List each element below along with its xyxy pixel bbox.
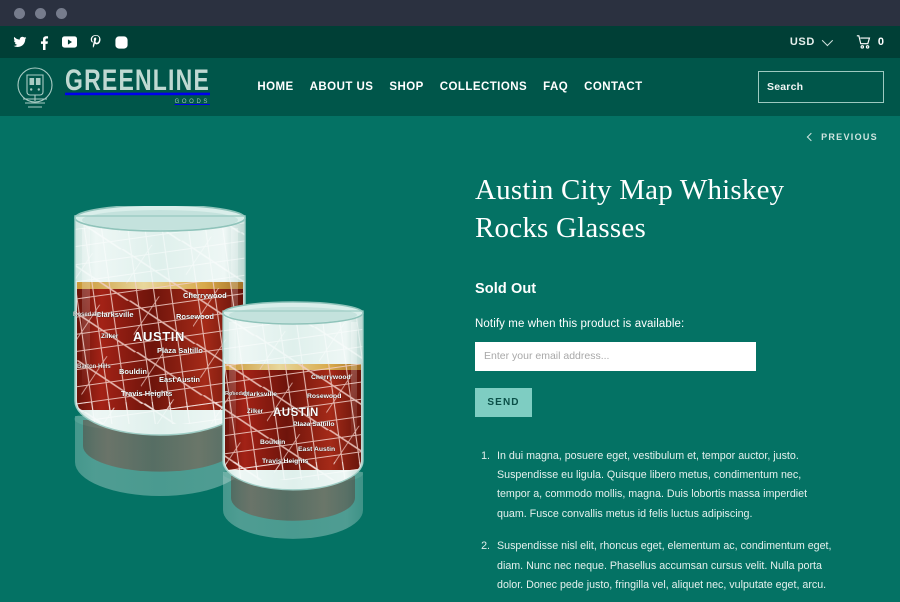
nav-item-faq[interactable]: FAQ: [543, 81, 568, 93]
cart-button[interactable]: 0: [856, 35, 884, 49]
facebook-icon[interactable]: [40, 35, 49, 50]
svg-text:AUSTIN: AUSTIN: [133, 329, 185, 344]
pinterest-icon[interactable]: [90, 34, 102, 50]
notify-email-input[interactable]: [475, 341, 756, 371]
window-maximize-button[interactable]: [56, 7, 67, 19]
chevron-left-icon: [806, 132, 816, 142]
twitter-icon[interactable]: [13, 35, 27, 49]
svg-text:Plaza Saltillo: Plaza Saltillo: [157, 346, 203, 355]
svg-text:Zilker: Zilker: [247, 409, 264, 415]
nav-item-contact[interactable]: CONTACT: [584, 81, 643, 93]
cart-icon: [856, 35, 872, 49]
svg-text:Plaza Saltillo: Plaza Saltillo: [293, 421, 335, 428]
logo-home-link[interactable]: GREENLINE GOODS: [12, 64, 210, 110]
svg-text:East Austin: East Austin: [298, 446, 335, 453]
instagram-icon[interactable]: [115, 35, 128, 49]
youtube-icon[interactable]: [62, 36, 77, 48]
social-links: [13, 34, 128, 50]
notify-label: Notify me when this product is available…: [475, 317, 685, 330]
currency-selector[interactable]: USD: [789, 34, 833, 48]
product-description-list: In dui magna, posuere eget, vestibulum e…: [475, 447, 833, 596]
nav-item-collections[interactable]: COLLECTIONS: [440, 81, 527, 93]
product-gallery: AUSTIN Clarksville Rosewood Cherrywood Z…: [0, 116, 455, 602]
greenline-train-logo-icon: [12, 64, 58, 110]
list-item: In dui magna, posuere eget, vestibulum e…: [493, 447, 833, 525]
window-title-bar: [0, 0, 900, 26]
search-input[interactable]: [767, 81, 900, 93]
logo-wordmark: GREENLINE: [65, 63, 210, 97]
svg-text:Barton Hills: Barton Hills: [77, 364, 111, 370]
svg-text:Clarksville: Clarksville: [96, 310, 134, 319]
product-details: Austin City Map Whiskey Rocks Glasses So…: [455, 116, 900, 602]
nav-item-shop[interactable]: SHOP: [389, 81, 423, 93]
product-title: Austin City Map Whiskey Rocks Glasses: [475, 174, 785, 245]
product-image[interactable]: AUSTIN Clarksville Rosewood Cherrywood Z…: [55, 204, 425, 556]
svg-text:Rosewood: Rosewood: [176, 312, 214, 321]
svg-text:Rosedale: Rosedale: [73, 312, 100, 318]
chevron-down-icon: [821, 34, 833, 47]
svg-text:Travis Heights: Travis Heights: [262, 458, 309, 465]
svg-text:AUSTIN: AUSTIN: [273, 407, 319, 419]
svg-text:Zilker: Zilker: [101, 333, 119, 340]
svg-text:East Austin: East Austin: [159, 375, 200, 384]
svg-text:Bouldin: Bouldin: [119, 367, 147, 376]
svg-text:Cherrywood: Cherrywood: [183, 291, 227, 300]
window-close-button[interactable]: [14, 7, 25, 19]
svg-text:Rosedale: Rosedale: [225, 391, 249, 397]
cart-count: 0: [877, 36, 884, 48]
svg-text:Travis Heights: Travis Heights: [121, 389, 172, 398]
site-header: GREENLINE GOODS HOME ABOUT US SHOP COLLE…: [0, 58, 900, 116]
list-item: Suspendisse nisl elit, rhoncus eget, ele…: [493, 537, 833, 595]
currency-label: USD: [789, 36, 815, 48]
glass-small: AUSTIN Clarksville Rosewood Cherrywood Z…: [222, 301, 364, 539]
window-minimize-button[interactable]: [35, 7, 46, 19]
search-box[interactable]: [758, 71, 900, 103]
nav-item-about-us[interactable]: ABOUT US: [310, 81, 374, 93]
svg-text:Bouldin: Bouldin: [260, 439, 285, 446]
main-navigation: HOME ABOUT US SHOP COLLECTIONS FAQ CONTA…: [257, 81, 642, 93]
svg-text:Rosewood: Rosewood: [307, 393, 341, 400]
nav-item-home[interactable]: HOME: [257, 81, 293, 93]
logo-subtext: GOODS: [174, 99, 210, 105]
svg-text:Cherrywood: Cherrywood: [311, 374, 351, 381]
send-button[interactable]: SEND: [475, 387, 532, 417]
product-page: PREVIOUS AUSTIN Clarksville Rosewood Che…: [0, 116, 900, 602]
availability-status: Sold Out: [475, 280, 537, 297]
utility-bar: USD 0: [0, 26, 900, 58]
previous-product-link[interactable]: PREVIOUS: [806, 132, 878, 142]
previous-label: PREVIOUS: [821, 132, 878, 142]
